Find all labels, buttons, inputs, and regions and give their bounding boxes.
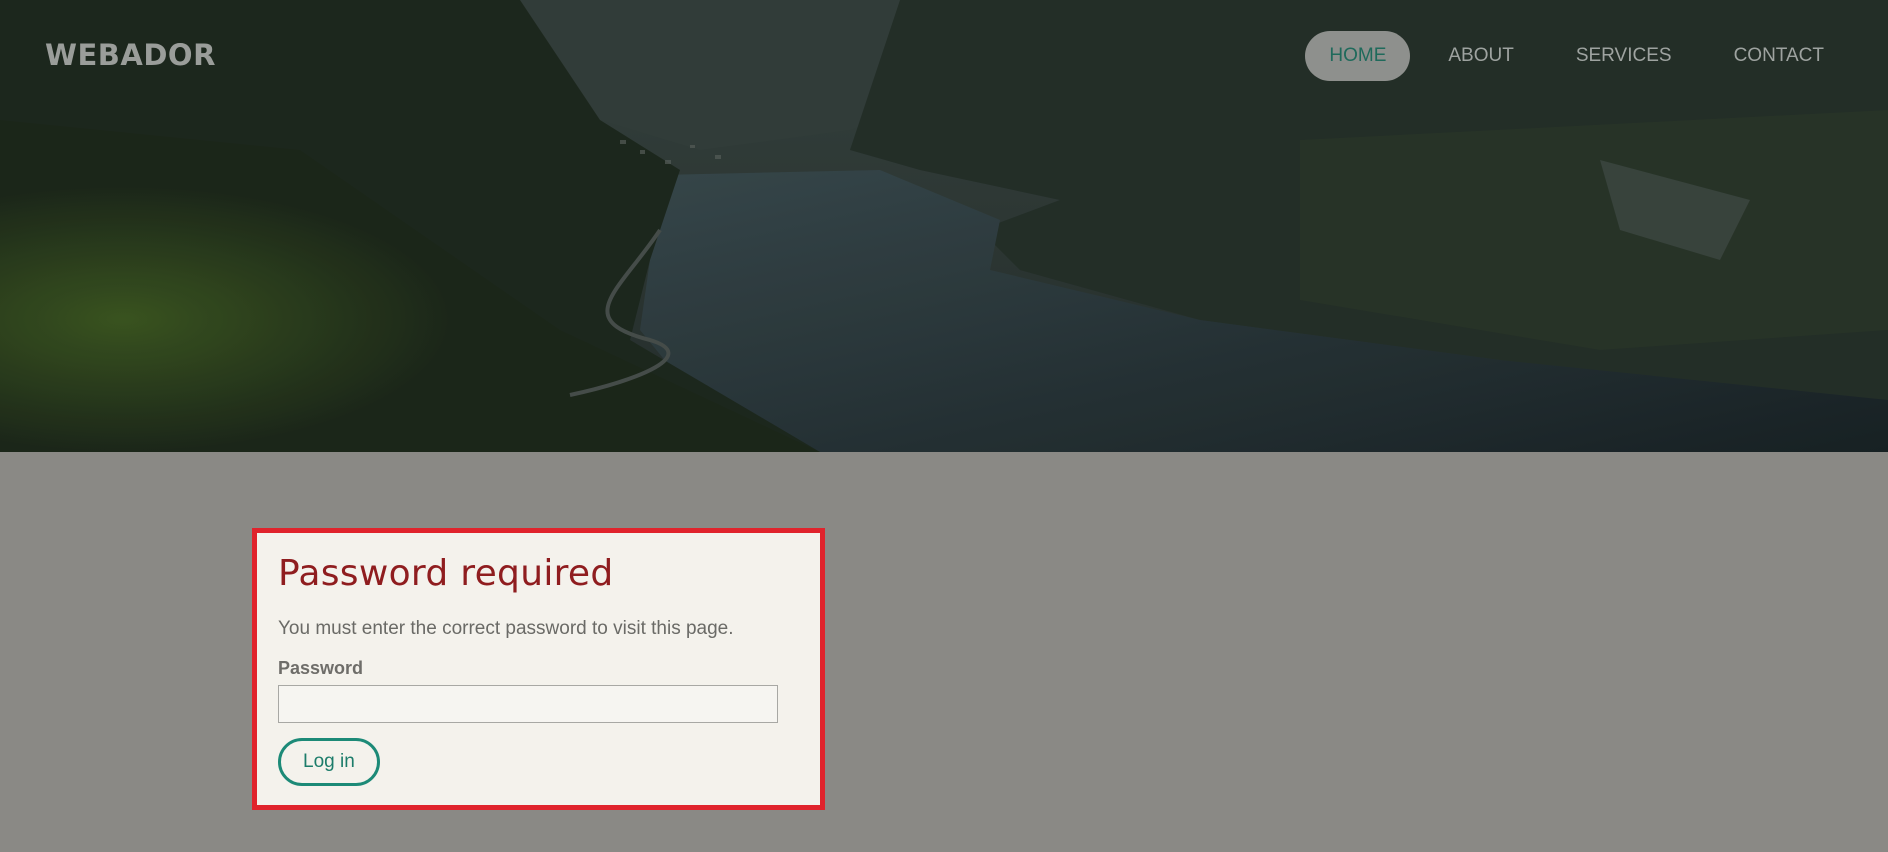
password-required-card: Password required You must enter the cor… (252, 528, 825, 810)
site-logo[interactable]: WEBADOR (45, 38, 216, 72)
hero-banner: WEBADOR HOME ABOUT SERVICES CONTACT (0, 0, 1888, 452)
card-message: You must enter the correct password to v… (278, 618, 734, 639)
nav-item-contact[interactable]: CONTACT (1710, 31, 1848, 81)
nav-item-about[interactable]: ABOUT (1424, 31, 1537, 81)
login-button[interactable]: Log in (278, 738, 380, 786)
password-input[interactable] (278, 685, 778, 723)
password-label: Password (278, 658, 364, 678)
card-title: Password required (278, 553, 614, 594)
main-nav: HOME ABOUT SERVICES CONTACT (1291, 31, 1848, 81)
nav-item-services[interactable]: SERVICES (1552, 31, 1696, 81)
nav-item-home[interactable]: HOME (1305, 31, 1411, 81)
